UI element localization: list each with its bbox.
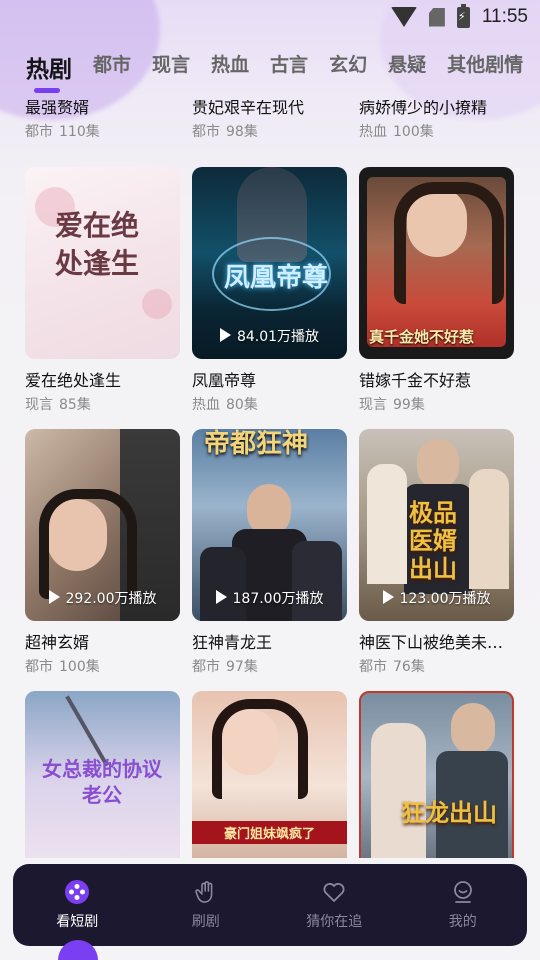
drama-title: 狂神青龙王 xyxy=(192,633,273,652)
tab-fantasy[interactable]: 玄幻 xyxy=(329,50,367,96)
tab-urban[interactable]: 都市 xyxy=(93,50,131,96)
drama-episodes: 85集 xyxy=(59,397,91,413)
play-icon xyxy=(219,328,231,342)
drama-title: 病娇傅少的小撩精 xyxy=(359,100,488,117)
drama-genre: 都市 xyxy=(25,124,53,140)
play-icon xyxy=(382,590,394,604)
drama-genre: 都市 xyxy=(25,659,53,675)
drama-card[interactable]: 贵妃艰辛在现代 都市 98集 xyxy=(192,100,347,141)
drama-genre: 现言 xyxy=(359,397,387,413)
tab-suspense[interactable]: 悬疑 xyxy=(388,50,426,96)
play-count: 123.00万播放 xyxy=(359,588,514,608)
nav-label: 猜你在追 xyxy=(306,914,363,930)
no-sim-icon xyxy=(428,7,445,27)
play-icon xyxy=(215,590,227,604)
drama-genre: 都市 xyxy=(192,659,220,675)
drama-episodes: 98集 xyxy=(226,124,258,140)
nav-label: 刷剧 xyxy=(191,914,220,930)
drama-episodes: 80集 xyxy=(226,397,258,413)
drama-card[interactable]: 狂龙出山 xyxy=(359,691,514,858)
drama-episodes: 99集 xyxy=(393,397,425,413)
play-count: 84.01万播放 xyxy=(192,326,347,346)
poster-title: 狂龙出山 xyxy=(401,799,497,827)
nav-label: 我的 xyxy=(448,914,477,930)
poster-title: 女总裁的协议老公 xyxy=(42,757,162,807)
poster-title: 真千金她不好惹 xyxy=(369,328,475,346)
drama-card[interactable]: 爱在绝处逢生 爱在绝处逢生 现言 85集 xyxy=(25,167,180,414)
tab-modern-romance[interactable]: 现言 xyxy=(152,50,190,96)
swipe-hand-icon xyxy=(195,881,213,903)
nav-following[interactable]: 猜你在追 xyxy=(270,864,399,946)
drama-genre: 都市 xyxy=(359,659,387,675)
drama-poster[interactable]: 凤凰帝尊 84.01万播放 xyxy=(192,167,347,359)
drama-title: 贵妃艰辛在现代 xyxy=(192,100,305,117)
drama-genre: 都市 xyxy=(192,124,220,140)
drama-card[interactable]: 凤凰帝尊 84.01万播放 凤凰帝尊 热血 80集 xyxy=(192,167,347,414)
drama-title: 凤凰帝尊 xyxy=(192,371,257,390)
nav-watch-dramas[interactable]: 看短剧 xyxy=(13,864,142,946)
drama-poster[interactable]: 豪门姐妹飒疯了 xyxy=(192,691,347,858)
tab-other[interactable]: 其他剧情 xyxy=(447,50,523,96)
drama-genre: 热血 xyxy=(192,397,220,413)
nav-swipe[interactable]: 刷剧 xyxy=(142,864,271,946)
profile-icon xyxy=(453,881,472,903)
nav-profile[interactable]: 我的 xyxy=(399,864,528,946)
drama-card[interactable]: 豪门姐妹飒疯了 xyxy=(192,691,347,858)
drama-poster[interactable]: 极品医婿出山 123.00万播放 xyxy=(359,429,514,621)
poster-title: 爱在绝处逢生 xyxy=(55,209,140,280)
drama-poster[interactable]: 女总裁的协议老公 xyxy=(25,691,180,858)
nav-label: 看短剧 xyxy=(56,914,99,930)
play-icon xyxy=(48,590,60,604)
drama-card[interactable]: 帝都狂神 187.00万播放 狂神青龙王 都市 97集 xyxy=(192,429,347,676)
drama-poster[interactable]: 帝都狂神 187.00万播放 xyxy=(192,429,347,621)
drama-card[interactable]: 极品医婿出山 123.00万播放 神医下山被绝美未婚妻 都市 76集 xyxy=(359,429,514,676)
bottom-navigation: 看短剧 刷剧 猜你在追 我的 xyxy=(13,864,527,946)
category-tabs: 热剧 都市 现言 热血 古言 玄幻 悬疑 其他剧情 xyxy=(26,50,540,96)
poster-title: 极品医婿出山 xyxy=(409,499,457,583)
drama-title: 超神玄婿 xyxy=(25,633,90,652)
wifi-icon xyxy=(390,7,417,27)
play-count: 187.00万播放 xyxy=(192,588,347,608)
drama-card[interactable]: 292.00万播放 超神玄婿 都市 100集 xyxy=(25,429,180,676)
drama-episodes: 100集 xyxy=(59,659,100,675)
film-reel-icon xyxy=(65,880,90,904)
battery-charging-icon xyxy=(456,3,470,28)
tab-ancient-romance[interactable]: 古言 xyxy=(270,50,308,96)
drama-poster[interactable]: 真千金她不好惹 xyxy=(359,167,514,359)
drama-title: 神医下山被绝美未婚妻 xyxy=(359,633,514,652)
drama-genre: 热血 xyxy=(359,124,387,140)
play-count: 292.00万播放 xyxy=(25,588,180,608)
drama-card[interactable]: 女总裁的协议老公 xyxy=(25,691,180,858)
drama-card[interactable]: 病娇傅少的小撩精 热血 100集 xyxy=(359,100,514,141)
drama-episodes: 110集 xyxy=(59,124,100,140)
drama-title: 爱在绝处逢生 xyxy=(25,371,122,390)
drama-episodes: 100集 xyxy=(393,124,434,140)
drama-title: 错嫁千金不好惹 xyxy=(359,371,472,390)
status-bar: 11:55 xyxy=(0,0,540,38)
drama-title: 最强赘婿 xyxy=(25,100,90,117)
drama-poster[interactable]: 狂龙出山 xyxy=(359,691,514,858)
drama-poster[interactable]: 292.00万播放 xyxy=(25,429,180,621)
tab-hot[interactable]: 热剧 xyxy=(26,50,72,96)
drama-grid[interactable]: 最强赘婿 都市 110集 贵妃艰辛在现代 都市 98集 病娇傅少的小撩精 热血 100… xyxy=(0,100,540,858)
poster-title: 帝都狂神 xyxy=(204,429,309,459)
tab-action[interactable]: 热血 xyxy=(211,50,249,96)
poster-title: 豪门姐妹飒疯了 xyxy=(192,821,347,844)
drama-episodes: 97集 xyxy=(226,659,258,675)
drama-card[interactable]: 最强赘婿 都市 110集 xyxy=(25,100,180,141)
heart-icon xyxy=(323,883,345,902)
drama-genre: 现言 xyxy=(25,397,53,413)
clock: 11:55 xyxy=(481,6,528,27)
drama-card[interactable]: 真千金她不好惹 错嫁千金不好惹 现言 99集 xyxy=(359,167,514,414)
drama-episodes: 76集 xyxy=(393,659,425,675)
drama-poster[interactable]: 爱在绝处逢生 xyxy=(25,167,180,359)
poster-title: 凤凰帝尊 xyxy=(224,263,329,293)
